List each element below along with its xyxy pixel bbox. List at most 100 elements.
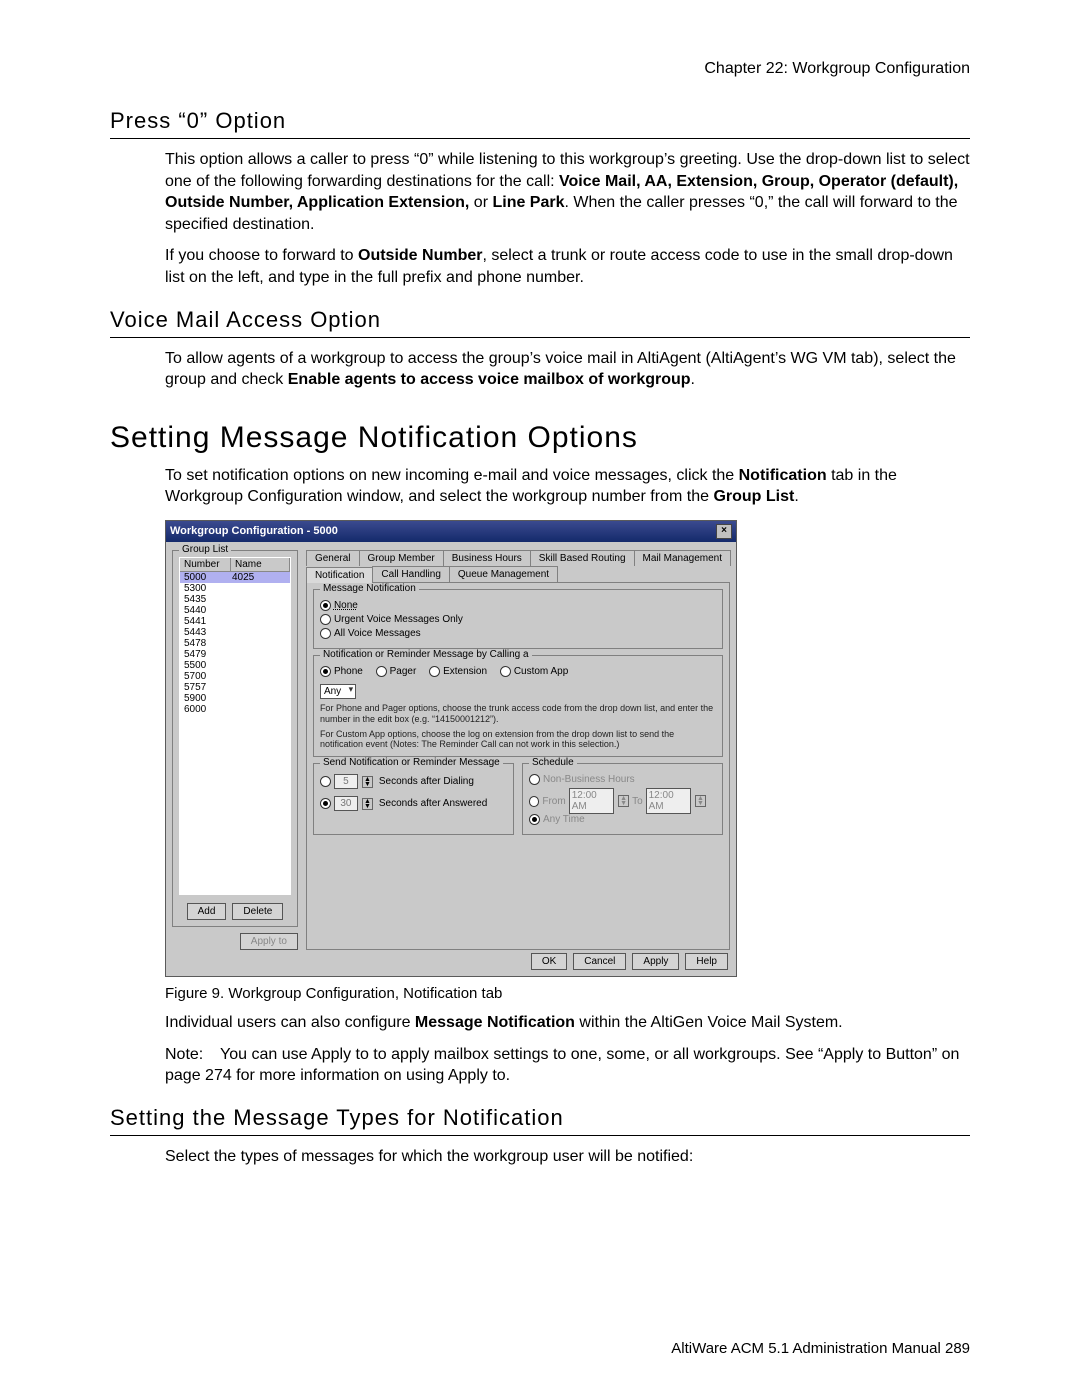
radio-icon [429,666,440,677]
table-row[interactable]: 5500 [180,660,290,671]
radio-icon [529,814,540,825]
dialog-title: Workgroup Configuration - 5000 [170,525,338,537]
radio-seconds-after-dialing[interactable]: 5▲▼ Seconds after Dialing [320,774,474,789]
table-row[interactable]: 5700 [180,671,290,682]
group-list-grid[interactable]: Number Name 5000402553005435544054415443… [179,557,291,895]
tab-queue-management[interactable]: Queue Management [449,566,558,582]
tab-general[interactable]: General [306,550,360,566]
press-0-para-2: If you choose to forward to Outside Numb… [165,245,970,288]
radio-custom-app[interactable]: Custom App [500,666,568,677]
spinner-icon[interactable]: ▲▼ [618,795,629,807]
msg-types-para: Select the types of messages for which t… [165,1146,970,1168]
group-list-label: Group List [179,544,231,555]
group-list-box: Group List Number Name 50004025530054355… [172,550,298,927]
table-row[interactable]: 5435 [180,594,290,605]
text: Individual users can also configure [165,1014,415,1031]
table-row[interactable]: 5479 [180,649,290,660]
radio-none[interactable]: None [320,600,358,611]
table-row[interactable]: 5900 [180,693,290,704]
section-msg-types-title: Setting the Message Types for Notificati… [110,1105,970,1136]
radio-any-time[interactable]: Any Time [529,814,585,825]
table-row[interactable]: 5443 [180,627,290,638]
to-time-input[interactable]: 12:00 AM [646,788,691,814]
answered-seconds-input[interactable]: 30 [334,796,358,811]
radio-icon [320,776,331,787]
section-vm-access-title: Voice Mail Access Option [110,307,970,338]
tab-row-1: GeneralGroup MemberBusiness HoursSkill B… [306,550,730,566]
table-row[interactable]: 5440 [180,605,290,616]
text: . [794,488,798,505]
text: . [691,371,695,388]
tab-group-member[interactable]: Group Member [359,550,444,566]
radio-seconds-after-answered[interactable]: 30▲▼ Seconds after Answered [320,796,487,811]
radio-phone[interactable]: Phone [320,666,363,677]
text-bold: Line Park [492,194,564,211]
text-bold: Apply to [448,1067,506,1084]
text-bold: Enable agents to access voice mailbox of… [288,371,691,388]
radio-urgent[interactable]: Urgent Voice Messages Only [320,614,463,625]
help-button[interactable]: Help [685,953,728,970]
radio-icon [529,796,539,807]
tab-mail-management[interactable]: Mail Management [634,550,731,566]
schedule-group: Schedule Non-Business Hours From 12:00 A… [522,763,723,835]
table-row[interactable]: 5441 [180,616,290,627]
dialing-seconds-input[interactable]: 5 [334,774,358,789]
schedule-label: Schedule [529,757,577,768]
radio-pager[interactable]: Pager [376,666,417,677]
radio-non-business-hours[interactable]: Non-Business Hours [529,774,635,785]
spinner-icon[interactable]: ▲▼ [695,795,706,807]
text: If you choose to forward to [165,247,358,264]
page-footer: AltiWare ACM 5.1 Administration Manual 2… [671,1340,970,1357]
setting-msg-para: To set notification options on new incom… [165,465,970,508]
radio-extension[interactable]: Extension [429,666,487,677]
note-para: Note:You can use Apply to to apply mailb… [165,1044,970,1087]
figure-caption: Figure 9. Workgroup Configuration, Notif… [165,985,970,1002]
msg-notif-label: Message Notification [320,583,419,594]
help-text-1: For Phone and Pager options, choose the … [320,703,716,725]
heading-setting-msg-notif: Setting Message Notification Options [110,421,970,455]
text: You can use [220,1046,311,1063]
dialog-titlebar[interactable]: Workgroup Configuration - 5000 × [166,521,736,542]
table-row[interactable]: 6000 [180,704,290,715]
close-icon[interactable]: × [716,524,732,539]
radio-all[interactable]: All Voice Messages [320,628,421,639]
table-row[interactable]: 5300 [180,583,290,594]
apply-button[interactable]: Apply [632,953,679,970]
radio-icon [320,600,331,611]
tab-row-2: NotificationCall HandlingQueue Managemen… [306,566,730,582]
tab-notification[interactable]: Notification [306,567,373,583]
add-button[interactable]: Add [187,903,227,920]
spinner-icon[interactable]: ▲▼ [362,776,373,788]
apply-to-button[interactable]: Apply to [240,933,298,950]
by-calling-label: Notification or Reminder Message by Call… [320,649,532,660]
note-label: Note: [165,1044,220,1066]
from-time-input[interactable]: 12:00 AM [569,788,614,814]
send-notif-label: Send Notification or Reminder Message [320,757,503,768]
send-notification-group: Send Notification or Reminder Message 5▲… [313,763,514,835]
vm-access-para: To allow agents of a workgroup to access… [165,348,970,391]
tab-skill-based-routing[interactable]: Skill Based Routing [530,550,635,566]
cancel-button[interactable]: Cancel [573,953,626,970]
by-calling-group: Notification or Reminder Message by Call… [313,655,723,757]
trunk-access-select[interactable]: Any [320,684,356,699]
tab-call-handling[interactable]: Call Handling [372,566,449,582]
radio-icon [320,614,331,625]
radio-icon [320,798,331,809]
table-row[interactable]: 50004025 [180,572,290,583]
spinner-icon[interactable]: ▲▼ [362,798,373,810]
delete-button[interactable]: Delete [232,903,283,920]
tab-business-hours[interactable]: Business Hours [443,550,531,566]
workgroup-config-dialog: Workgroup Configuration - 5000 × Group L… [165,520,737,977]
col-name[interactable]: Name [231,558,290,571]
table-row[interactable]: 5478 [180,638,290,649]
press-0-para-1: This option allows a caller to press “0”… [165,149,970,235]
text-bold: Apply to [311,1046,369,1063]
text-bold: Outside Number [358,247,482,264]
col-number[interactable]: Number [180,558,231,571]
text: . [506,1067,510,1084]
help-text-2: For Custom App options, choose the log o… [320,729,716,751]
radio-from-to[interactable]: From 12:00 AM▲▼ To 12:00 AM▲▼ [529,788,706,814]
table-row[interactable]: 5757 [180,682,290,693]
after-figure-para: Individual users can also configure Mess… [165,1012,970,1034]
ok-button[interactable]: OK [531,953,567,970]
